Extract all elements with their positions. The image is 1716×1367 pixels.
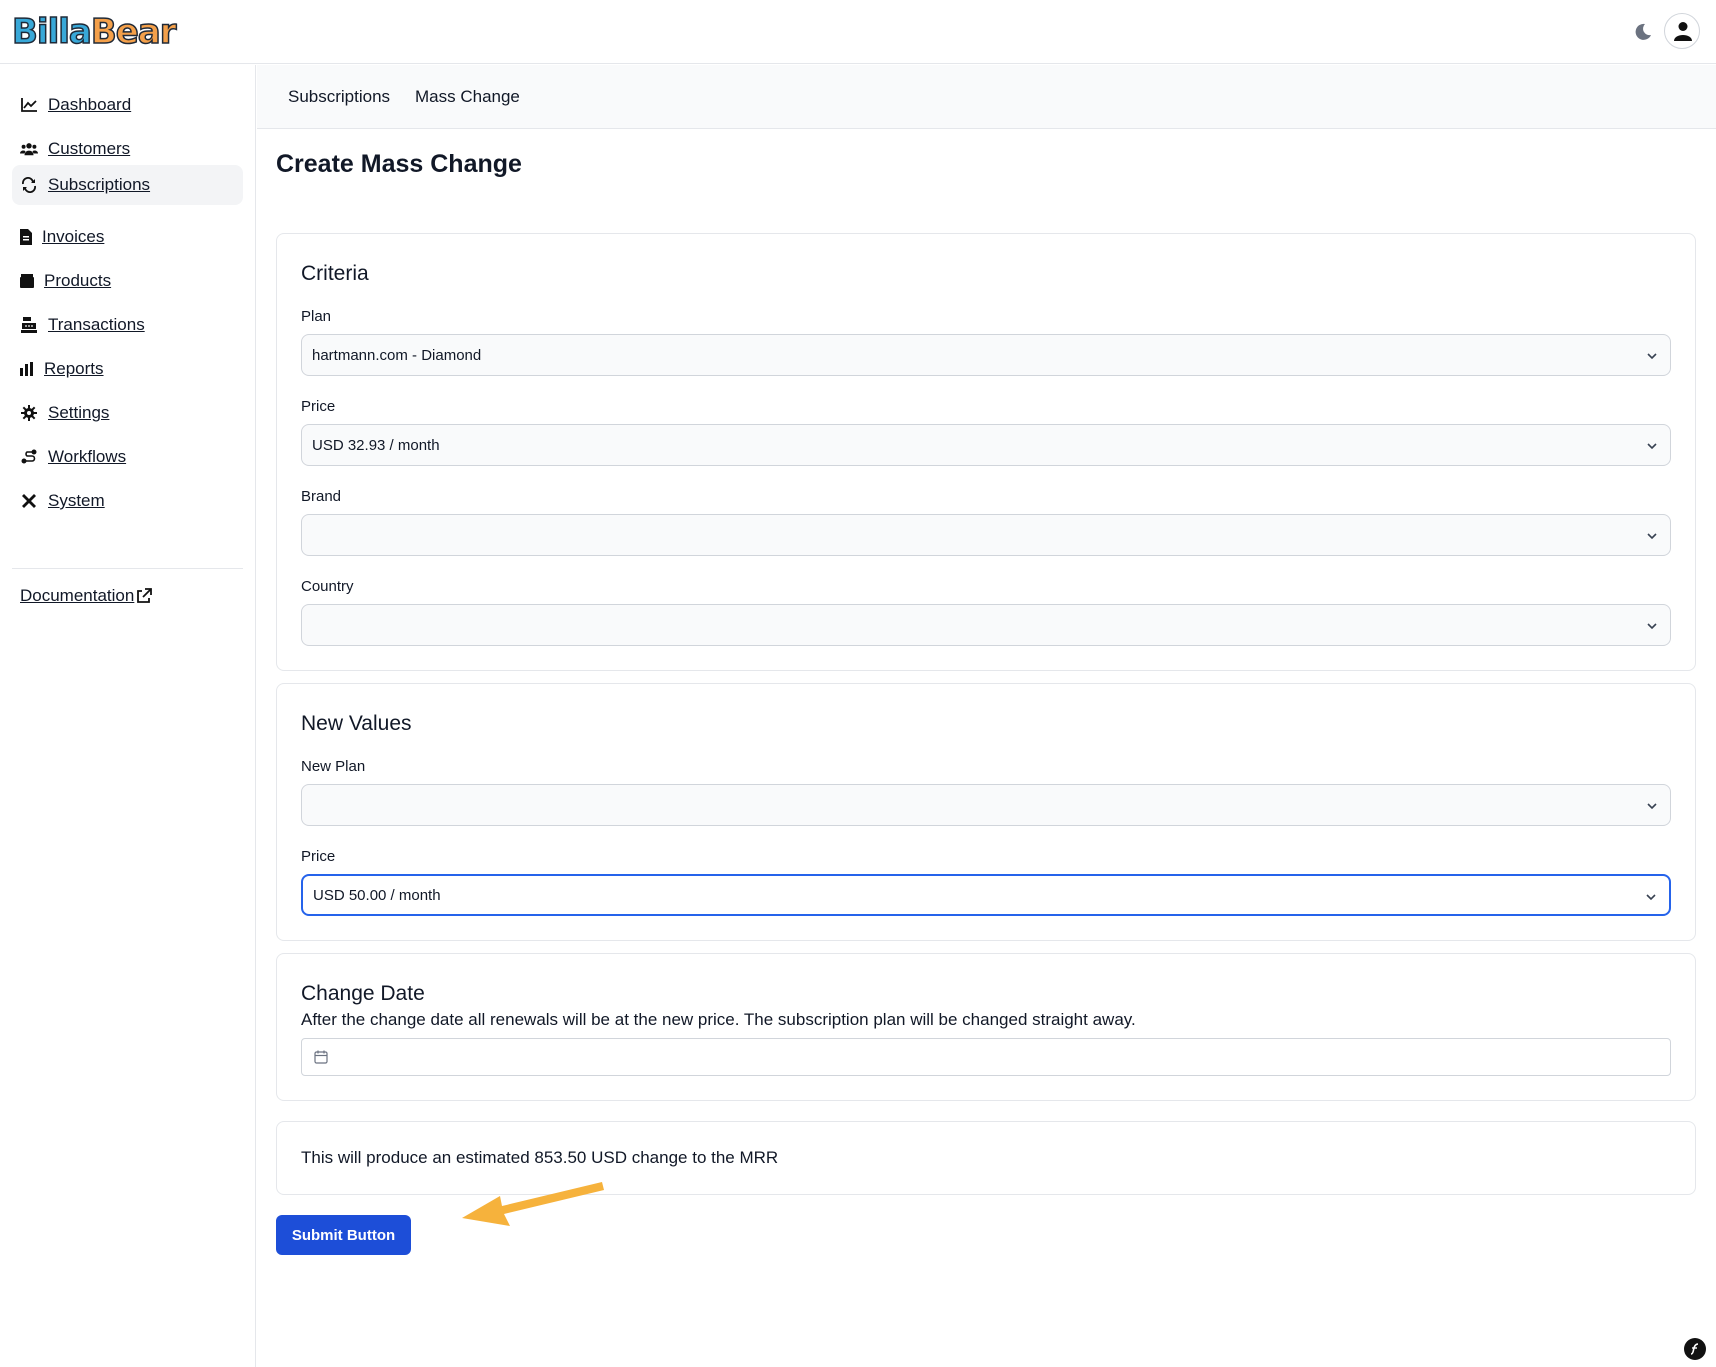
sidebar-item-products[interactable]: Products [12, 261, 243, 301]
new-plan-select[interactable] [301, 784, 1671, 826]
top-bar: BillaBear [0, 0, 1716, 64]
sidebar-item-invoices[interactable]: Invoices [12, 217, 243, 257]
new-price-select[interactable]: USD 50.00 / month [301, 874, 1671, 916]
sidebar-item-settings[interactable]: Settings [12, 393, 243, 433]
new-values-title: New Values [301, 712, 412, 735]
chevron-down-icon [1647, 533, 1657, 540]
symfony-debug-icon[interactable] [1684, 1338, 1706, 1360]
chevron-down-icon [1647, 803, 1657, 810]
brand-label: Brand [301, 488, 342, 505]
chevron-down-icon [1647, 623, 1657, 630]
sidebar-item-reports[interactable]: Reports [12, 349, 243, 389]
tab-subscriptions[interactable]: Subscriptions [288, 87, 390, 107]
country-label: Country [301, 578, 354, 595]
bar-chart-icon [20, 360, 34, 378]
brand-select[interactable] [301, 514, 1671, 556]
chevron-down-icon [1647, 353, 1657, 360]
sidebar-divider [12, 568, 243, 569]
new-plan-label: New Plan [301, 758, 366, 775]
submit-button[interactable]: Submit Button [276, 1215, 411, 1255]
chevron-down-icon [1646, 894, 1656, 901]
file-invoice-icon [20, 228, 32, 246]
cash-register-icon [20, 316, 38, 334]
sidebar-item-workflows[interactable]: Workflows [12, 437, 243, 477]
change-date-description: After the change date all renewals will … [301, 1010, 1136, 1029]
documentation-link[interactable]: Documentation [20, 586, 153, 606]
sidebar-item-customers[interactable]: Customers [12, 129, 243, 169]
gear-icon [20, 404, 38, 422]
route-icon [20, 448, 38, 466]
box-icon [20, 272, 34, 290]
change-date-title: Change Date [301, 982, 425, 1005]
sidebar-item-dashboard[interactable]: Dashboard [12, 85, 243, 125]
tools-icon [20, 492, 38, 510]
country-select[interactable] [301, 604, 1671, 646]
criteria-card: Criteria Plan hartmann.com - Diamond Pri… [276, 233, 1696, 671]
calendar-icon [314, 1050, 328, 1064]
price-select[interactable]: USD 32.93 / month [301, 424, 1671, 466]
sub-navigation: Subscriptions Mass Change [257, 65, 1716, 129]
user-menu-avatar[interactable] [1664, 13, 1700, 49]
billabear-logo[interactable]: BillaBear [11, 11, 177, 53]
new-values-card: New Values New Plan Price USD 50.00 / mo… [276, 683, 1696, 941]
sidebar-item-subscriptions[interactable]: Subscriptions [12, 165, 243, 205]
page-title: Create Mass Change [276, 150, 522, 178]
sidebar-item-transactions[interactable]: Transactions [12, 305, 243, 345]
tab-mass-change[interactable]: Mass Change [415, 87, 520, 107]
sidebar-item-system[interactable]: System [12, 481, 243, 521]
user-icon [1674, 22, 1692, 41]
price-label: Price [301, 398, 336, 415]
mrr-estimate-text: This will produce an estimated 853.50 US… [301, 1148, 779, 1167]
annotation-arrow-icon [462, 1182, 604, 1226]
plan-label: Plan [301, 308, 332, 325]
dark-mode-toggle-icon[interactable] [1633, 22, 1653, 42]
chart-line-icon [20, 96, 38, 114]
new-price-label: Price [301, 848, 336, 865]
external-link-icon [137, 588, 153, 603]
sidebar: Dashboard Customers Subscriptions Invoic… [0, 65, 256, 1367]
chevron-down-icon [1647, 443, 1657, 450]
users-icon [20, 140, 38, 158]
change-date-card: Change Date After the change date all re… [276, 953, 1696, 1101]
change-date-input[interactable] [301, 1038, 1671, 1076]
criteria-title: Criteria [301, 262, 369, 285]
repeat-icon [20, 176, 38, 194]
plan-select[interactable]: hartmann.com - Diamond [301, 334, 1671, 376]
